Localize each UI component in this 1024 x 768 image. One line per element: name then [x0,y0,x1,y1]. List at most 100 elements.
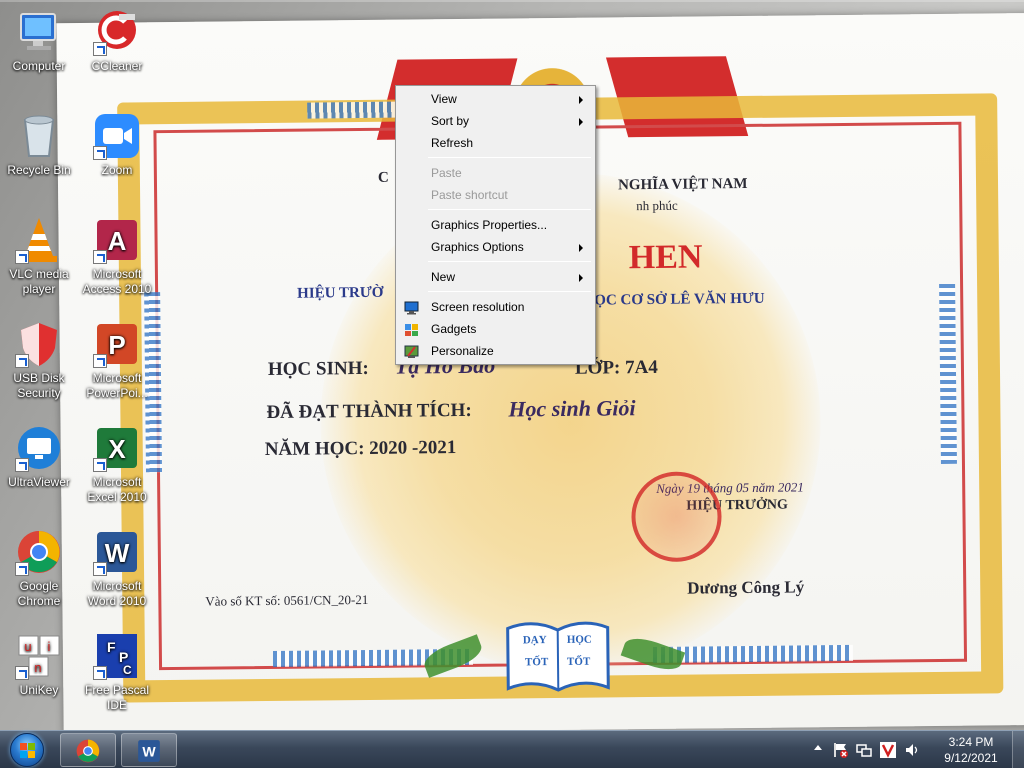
cert-header-3: nh phúc [636,197,678,214]
desktop-icon-label: Microsoft Excel 2010 [87,475,147,504]
book-text: DẠY [522,634,547,647]
desktop-icon-ultraviewer[interactable]: UltraViewer [0,424,78,490]
menu-item-label: View [431,92,457,106]
shortcut-arrow-icon [15,458,29,472]
svg-text:i: i [48,639,51,654]
desktop-icon-label: CCleaner [91,59,143,73]
monitor-icon [404,300,419,315]
cert-school-right: ỌC CƠ SỞ LÊ VĂN HƯU [594,290,765,309]
desktop-icon-label: USB Disk Security [13,371,65,400]
word-icon: W [138,740,160,762]
desktop-icon-computer[interactable]: Computer [0,8,78,74]
show-hidden-icons-arrow[interactable] [814,745,822,750]
shortcut-arrow-icon [93,458,107,472]
book-text: HỌC [566,633,592,646]
taskbar: W 3:24 PM 9/12/2021 [0,730,1024,768]
windows-logo-red-pane [20,743,27,750]
menu-item-personalize[interactable]: Personalize [398,340,593,362]
windows-logo-blue-pane [20,751,27,758]
desktop-icon-excel[interactable]: X Microsoft Excel 2010 [78,424,156,505]
book-text: TỐT [566,655,591,668]
svg-text:W: W [142,743,156,759]
menu-item-label: Personalize [431,344,494,358]
desktop-icon-access[interactable]: A Microsoft Access 2010 [78,216,156,297]
menu-item-graphics-properties[interactable]: Graphics Properties... [398,214,593,236]
cert-achievement-label: ĐÃ ĐẠT THÀNH TÍCH: [266,399,472,424]
windows-logo-icon [10,733,44,767]
clock-time: 3:24 PM [948,735,994,749]
menu-item-label: Screen resolution [431,300,525,314]
desktop-icon-free-pascal[interactable]: FPC Free Pascal IDE [78,632,156,713]
gadgets-icon [404,322,419,336]
zoom-icon [93,112,141,160]
menu-item-graphics-options[interactable]: Graphics Options [398,236,593,258]
cert-title: HEN [628,238,703,277]
shortcut-arrow-icon [15,666,29,680]
desktop-icon-zoom[interactable]: Zoom [78,112,156,178]
desktop-icon-unikey[interactable]: u in UniKey [0,632,78,698]
menu-separator [428,291,591,292]
menu-item-sort-by[interactable]: Sort by [398,110,593,132]
desktop-icon-label: Microsoft PowerPoi... [86,371,148,400]
desktop-icon-vlc[interactable]: VLC media player [0,216,78,297]
network-icon[interactable] [856,742,872,758]
svg-text:C: C [123,663,132,677]
desktop-icon-label: Microsoft Access 2010 [82,267,152,296]
open-book-emblem: DẠY TỐT HỌC TỐT [503,617,614,698]
svg-text:F: F [107,639,116,655]
shortcut-arrow-icon [93,354,107,368]
menu-item-view[interactable]: View [398,88,593,110]
cert-achievement-value: Học sinh Giỏi [508,395,636,422]
desktop-icon-label: Free Pascal IDE [84,683,150,712]
vnc-icon[interactable] [880,742,896,758]
start-button[interactable] [6,732,50,768]
desktop-icon-word[interactable]: W Microsoft Word 2010 [78,528,156,609]
submenu-arrow-icon [579,244,583,252]
desktop-icon-chrome[interactable]: Google Chrome [0,528,78,609]
desktop-icon-usb-disk-security[interactable]: USB Disk Security [0,320,78,401]
submenu-arrow-icon [579,96,583,104]
shield-icon [15,320,63,368]
book-text: TỐT [524,656,549,669]
word-icon: W [93,528,141,576]
system-tray: 3:24 PM 9/12/2021 [814,731,1024,768]
taskbar-chrome-button[interactable] [60,733,116,767]
menu-separator [428,209,591,210]
desktop-icon-recycle-bin[interactable]: Recycle Bin [0,112,78,178]
menu-item-label: New [431,270,456,284]
menu-item-gadgets[interactable]: Gadgets [398,318,593,340]
cert-student-label: HỌC SINH: [267,357,369,381]
desktop-icon-label: UniKey [19,683,59,697]
taskbar-word-button[interactable]: W [121,733,177,767]
desktop-icon-powerpoint[interactable]: P Microsoft PowerPoi... [78,320,156,401]
menu-item-screen-resolution[interactable]: Screen resolution [398,296,593,318]
menu-separator [428,157,591,158]
shortcut-arrow-icon [93,562,107,576]
recycle-bin-icon [15,112,63,160]
shortcut-arrow-icon [15,354,29,368]
desktop-icon-label: UltraViewer [8,475,70,489]
free-pascal-icon: FPC [93,632,141,680]
svg-text:A: A [108,226,127,256]
svg-text:X: X [108,434,126,464]
desktop-icon-label: VLC media player [9,267,69,296]
submenu-arrow-icon [579,118,583,126]
volume-icon[interactable] [904,742,920,758]
cert-registry: Vào số KT số: 0561/CN_20-21 [205,591,369,609]
excel-icon: X [93,424,141,472]
menu-item-label: Sort by [431,114,470,128]
shortcut-arrow-icon [93,666,107,680]
menu-item-refresh[interactable]: Refresh [398,132,593,154]
vlc-cone-icon [15,216,63,264]
chrome-icon [76,739,100,763]
menu-item-label: Paste shortcut [431,188,508,202]
cert-year: NĂM HỌC: 2020 -2021 [264,437,457,461]
action-center-flag-icon[interactable] [832,742,848,758]
show-desktop-button[interactable] [1012,731,1024,768]
desktop-icon-ccleaner[interactable]: CCleaner [78,8,156,74]
taskbar-clock[interactable]: 3:24 PM 9/12/2021 [936,734,1006,766]
menu-item-new[interactable]: New [398,266,593,288]
svg-text:P: P [108,330,125,360]
menu-item-paste: Paste [398,162,593,184]
border-pattern [939,283,957,464]
